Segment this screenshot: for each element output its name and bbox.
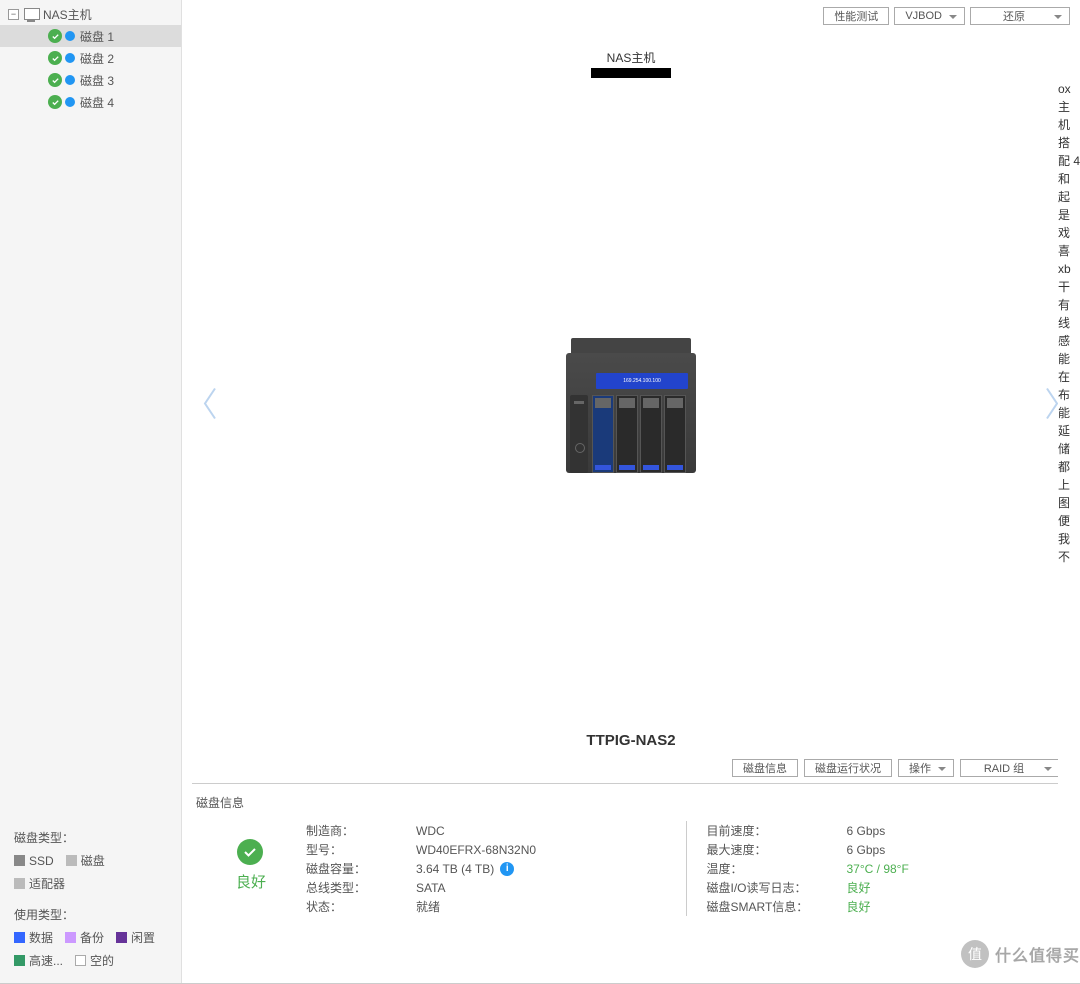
spec-value-iolog: 良好 (847, 879, 871, 896)
spec-label: 状态： (306, 898, 416, 915)
spec-label: 最大速度： (707, 841, 847, 858)
legend-swatch-cache (14, 955, 25, 966)
legend-label: 空的 (90, 952, 114, 969)
legend-swatch-adapter (14, 878, 25, 889)
host-icon (24, 8, 38, 20)
health-status: 良好 (196, 821, 306, 916)
sidebar: − NAS主机 磁盘 1 磁盘 2 磁盘 3 (0, 0, 182, 983)
tree-root-label: NAS主机 (43, 6, 92, 23)
status-ok-icon (48, 95, 62, 109)
tree-root-nas[interactable]: − NAS主机 (0, 3, 181, 25)
restore-dropdown[interactable]: 还原 (970, 7, 1070, 25)
tree-item-disk4[interactable]: 磁盘 4 (0, 91, 181, 113)
detail-tabbar: 磁盘信息 磁盘运行状况 操作 RAID 组 (192, 749, 1070, 784)
spec-label: 型号： (306, 841, 416, 858)
watermark-text: 什么值得买 (995, 942, 1080, 966)
device-name: TTPIG-NAS2 (182, 732, 1080, 749)
spec-label: 制造商： (306, 822, 416, 839)
status-ok-icon (48, 73, 62, 87)
spec-label: 目前速度： (707, 822, 847, 839)
spec-value-manufacturer: WDC (416, 824, 445, 838)
status-ok-icon (48, 51, 62, 65)
spec-value-temp: 37°C / 98°F (847, 862, 909, 876)
tree-item-label: 磁盘 2 (80, 50, 114, 67)
spec-value-maxspeed: 6 Gbps (847, 843, 886, 857)
tree-item-label: 磁盘 4 (80, 94, 114, 111)
spec-label: 磁盘SMART信息： (707, 898, 847, 915)
perf-test-button[interactable]: 性能测试 (823, 7, 889, 25)
legend-usage-type: 使用类型： 数据 备份 闲置 高速... 空的 (0, 906, 181, 983)
status-ok-icon (237, 839, 263, 865)
legend-label: 备份 (80, 929, 104, 946)
status-text: 良好 (236, 871, 266, 892)
disk-type-icon (65, 97, 75, 107)
device-viewer: NAS主机 169.254.100.100 (182, 25, 1080, 983)
tab-disk-info[interactable]: 磁盘信息 (732, 759, 798, 777)
device-area: 169.254.100.100 (182, 80, 1080, 730)
nas-title: NAS主机 (182, 49, 1080, 66)
legend-label: 闲置 (131, 929, 155, 946)
tree-item-disk2[interactable]: 磁盘 2 (0, 47, 181, 69)
disk-type-icon (65, 75, 75, 85)
spec-value-model: WD40EFRX-68N32N0 (416, 843, 536, 857)
legend-swatch-empty (75, 955, 86, 966)
raid-group-dropdown[interactable]: RAID 组 (960, 759, 1060, 777)
disk-tree: − NAS主机 磁盘 1 磁盘 2 磁盘 3 (0, 0, 181, 819)
drive-bay-3[interactable] (640, 395, 662, 473)
top-toolbar: 性能测试 VJBOD 还原 (182, 0, 1080, 25)
status-ok-icon (48, 29, 62, 43)
watermark: 值 什么值得买 (961, 940, 1080, 968)
watermark-icon: 值 (961, 940, 989, 968)
prev-arrow-icon[interactable] (200, 387, 220, 424)
tree-item-disk1[interactable]: 磁盘 1 (0, 25, 181, 47)
nas-device-image: 169.254.100.100 (566, 338, 696, 473)
legend-disk-type: 磁盘类型： SSD 磁盘 适配器 (0, 819, 181, 906)
disk-type-icon (65, 53, 75, 63)
tab-disk-health[interactable]: 磁盘运行状况 (804, 759, 892, 777)
legend-label: 高速... (29, 952, 63, 969)
spec-left-column: 制造商：WDC 型号：WD40EFRX-68N32N0 磁盘容量：3.64 TB… (306, 821, 666, 916)
disk-type-icon (65, 31, 75, 41)
legend-swatch-ssd (14, 855, 25, 866)
info-icon[interactable]: i (500, 862, 514, 876)
nas-lcd: 169.254.100.100 (596, 373, 688, 389)
legend-label: 适配器 (29, 875, 65, 892)
drive-bay-2[interactable] (616, 395, 638, 473)
action-dropdown[interactable]: 操作 (898, 759, 954, 777)
legend-swatch-backup (65, 932, 76, 943)
divider (686, 821, 687, 916)
spec-value-capacity: 3.64 TB (4 TB) (416, 862, 494, 876)
spec-label: 磁盘容量： (306, 860, 416, 877)
legend-swatch-data (14, 932, 25, 943)
legend-label: SSD (29, 854, 54, 868)
section-title: 磁盘信息 (196, 794, 1066, 811)
legend-label: 数据 (29, 929, 53, 946)
legend-title: 使用类型： (14, 906, 167, 923)
legend-swatch-disk (66, 855, 77, 866)
main-panel: 性能测试 VJBOD 还原 NAS主机 169.254.100.100 (182, 0, 1080, 983)
spec-right-column: 目前速度：6 Gbps 最大速度：6 Gbps 温度：37°C / 98°F 磁… (707, 821, 1067, 916)
spec-value-bus: SATA (416, 881, 446, 895)
tree-item-disk3[interactable]: 磁盘 3 (0, 69, 181, 91)
spec-label: 温度： (707, 860, 847, 877)
legend-swatch-idle (116, 932, 127, 943)
legend-title: 磁盘类型： (14, 829, 167, 846)
collapse-icon[interactable]: − (8, 9, 19, 20)
tree-item-label: 磁盘 3 (80, 72, 114, 89)
spec-value-speed: 6 Gbps (847, 824, 886, 838)
app-window: − NAS主机 磁盘 1 磁盘 2 磁盘 3 (0, 0, 1080, 984)
redacted-bar (591, 68, 671, 78)
drive-bay-1[interactable] (592, 395, 614, 473)
spec-value-smart: 良好 (847, 898, 871, 915)
disk-info-section: 磁盘信息 良好 制造商：WDC 型号：WD40EFRX-68N32N0 磁盘容量… (182, 784, 1080, 926)
legend-label: 磁盘 (81, 852, 105, 869)
spec-label: 磁盘I/O读写日志： (707, 879, 847, 896)
drive-bay-4[interactable] (664, 395, 686, 473)
tree-item-label: 磁盘 1 (80, 28, 114, 45)
background-article-text: ox 主机搭配 4 和起是 戏 喜 xb 干有线感能 在 布 能 延储都 上图便… (1058, 80, 1080, 900)
spec-value-state: 就绪 (416, 898, 440, 915)
spec-label: 总线类型： (306, 879, 416, 896)
vjbod-dropdown[interactable]: VJBOD (894, 7, 965, 25)
